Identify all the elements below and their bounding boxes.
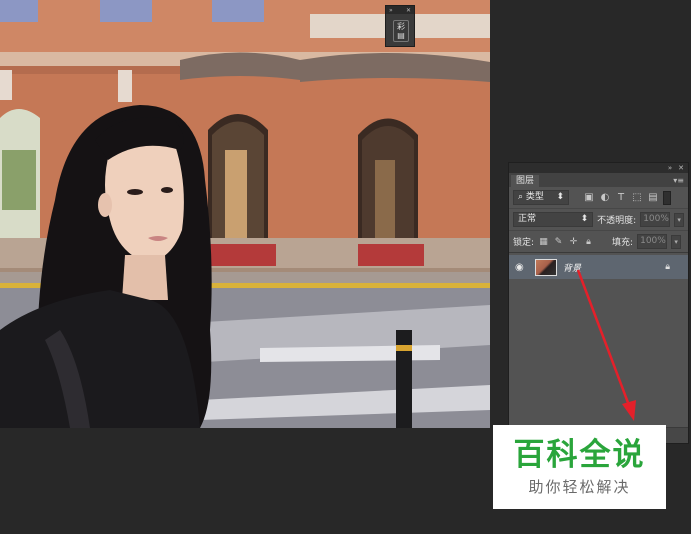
adjustment-filter-icon[interactable]: ◐	[599, 192, 611, 203]
lock-image-pixels-icon[interactable]: ✎	[553, 237, 564, 247]
layer-filter-row: ⌕ 类型 ⬍ ▣ ◐ T ⬚ ▤	[509, 187, 688, 209]
swatches-icon: ▤	[397, 31, 405, 40]
shape-filter-icon[interactable]: ⬚	[631, 192, 643, 203]
watermark-subtitle: 助你轻松解决	[528, 477, 631, 496]
tab-layers[interactable]: 图层	[511, 175, 540, 187]
photoshop-workspace: » ✕ 彩 ▤ » ✕ 图层 ▾≡ ⌕ 类型 ⬍ ▣ ◐ T ⬚ ▤ 正常 ⬍ …	[0, 0, 691, 534]
filter-kind-label: 类型	[525, 192, 544, 202]
document-canvas[interactable]	[0, 0, 490, 428]
eye-icon[interactable]: ◉	[515, 262, 529, 273]
search-icon: ⌕	[518, 192, 524, 202]
layers-panel-titlebar[interactable]: » ✕	[509, 163, 688, 173]
fill-input[interactable]: 100%	[637, 234, 668, 249]
image-filter-icon[interactable]: ▣	[583, 192, 595, 203]
close-panel-icon[interactable]: ✕	[678, 164, 684, 172]
blend-mode-select[interactable]: 正常 ⬍	[513, 212, 594, 227]
lock-position-icon[interactable]: ✛	[568, 237, 579, 247]
opacity-label: 不透明度:	[597, 216, 637, 226]
filter-kind-select[interactable]: ⌕ 类型 ⬍	[513, 190, 569, 205]
mini-panel-titlebar[interactable]: » ✕	[386, 6, 414, 14]
lock-transparent-pixels-icon[interactable]: ▦	[538, 237, 549, 247]
color-panel-button[interactable]: 彩 ▤	[393, 20, 409, 42]
filter-toggle-switch[interactable]	[663, 190, 671, 205]
floating-mini-panel[interactable]: » ✕ 彩 ▤	[385, 5, 415, 47]
blend-opacity-row: 正常 ⬍ 不透明度: 100% ▾	[509, 209, 688, 231]
chevron-updown-icon: ⬍	[556, 192, 564, 202]
blend-mode-value: 正常	[518, 214, 537, 224]
chevron-updown-icon: ⬍	[580, 214, 589, 224]
double-chevron-icon[interactable]: »	[389, 7, 393, 14]
layer-row-background[interactable]: ◉ 背景 🔒︎	[509, 255, 688, 279]
fill-label: 填充:	[612, 238, 634, 248]
layer-thumbnail	[535, 258, 557, 276]
collapse-panel-icon[interactable]: »	[668, 164, 672, 172]
lock-icon: 🔒︎	[665, 262, 670, 272]
text-filter-icon[interactable]: T	[615, 192, 627, 203]
lock-label: 锁定:	[513, 238, 535, 248]
opacity-input[interactable]: 100%	[640, 212, 671, 227]
watermark-badge: 百科全说 助你轻松解决	[493, 425, 666, 509]
fill-dropdown-button[interactable]: ▾	[671, 234, 682, 249]
palette-icon: 彩	[397, 22, 405, 31]
lock-fill-row: 锁定: ▦ ✎ ✛ 🔒︎ 填充: 100% ▾	[509, 231, 688, 253]
opacity-value: 100%	[643, 214, 669, 224]
panel-menu-icon[interactable]: ▾≡	[673, 175, 684, 187]
fill-value: 100%	[640, 236, 666, 246]
lock-all-icon[interactable]: 🔒︎	[583, 237, 594, 247]
watermark-title: 百科全说	[513, 436, 646, 473]
close-icon[interactable]: ✕	[406, 7, 411, 14]
smart-object-filter-icon[interactable]: ▤	[647, 192, 659, 203]
layers-panel-tabs: 图层 ▾≡	[509, 173, 688, 187]
layer-name[interactable]: 背景	[563, 261, 581, 274]
layers-panel[interactable]: » ✕ 图层 ▾≡ ⌕ 类型 ⬍ ▣ ◐ T ⬚ ▤ 正常 ⬍ 不透明度: 10…	[508, 162, 689, 444]
canvas-photo-image	[0, 0, 490, 428]
opacity-dropdown-button[interactable]: ▾	[674, 212, 684, 227]
